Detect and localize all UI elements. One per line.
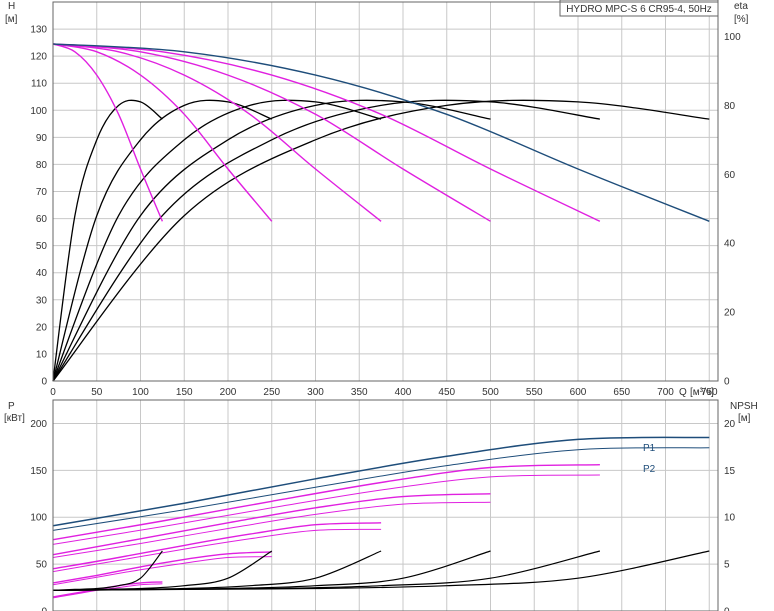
x-tick-label: 700 bbox=[657, 387, 674, 398]
pump-performance-chart: 0 50 100 150 200 250 300 350 400 450 500 550 600 650 7… bbox=[4, 0, 758, 611]
p1-curve bbox=[52, 436, 710, 527]
npsh-tick-label: 15 bbox=[724, 466, 736, 477]
x-tick-label: 350 bbox=[351, 387, 368, 398]
npsh-axis-label: NPSH bbox=[730, 401, 758, 412]
npsh-tick-label: 10 bbox=[724, 513, 736, 524]
power-tick-label: 50 bbox=[36, 560, 48, 571]
eta-curve bbox=[52, 99, 710, 382]
head-tick-label: 80 bbox=[36, 160, 48, 171]
npsh-tick-label: 0 bbox=[724, 607, 730, 611]
power-tick-label: 150 bbox=[30, 466, 47, 477]
eta-tick-label: 20 bbox=[724, 308, 736, 319]
eta-axis-unit: [%] bbox=[734, 14, 749, 25]
x-tick-label: 250 bbox=[263, 387, 280, 398]
x-tick-label: 400 bbox=[395, 387, 412, 398]
p2-curve bbox=[52, 556, 272, 586]
eta-curve bbox=[52, 99, 600, 382]
x-tick-label: 100 bbox=[132, 387, 149, 398]
p2-curve bbox=[52, 528, 382, 573]
head-tick-label: 50 bbox=[36, 241, 48, 252]
head-axis-label: H bbox=[8, 1, 15, 12]
npsh-tick-label: 5 bbox=[724, 560, 730, 571]
curve-layer bbox=[52, 43, 710, 599]
head-tick-label: 110 bbox=[31, 79, 47, 90]
eta-tick-label: 0 bbox=[724, 377, 730, 388]
x-tick-label: 500 bbox=[482, 387, 499, 398]
x-tick-label: 150 bbox=[176, 387, 193, 398]
npsh-axis-unit: [м] bbox=[738, 413, 751, 424]
x-tick-label: 300 bbox=[307, 387, 324, 398]
eta-curve bbox=[52, 99, 163, 382]
eta-tick-label: 80 bbox=[724, 101, 736, 112]
head-tick-label: 120 bbox=[30, 52, 47, 63]
eta-tick-label: 60 bbox=[724, 170, 736, 181]
x-tick-label: 600 bbox=[570, 387, 587, 398]
head-tick-label: 100 bbox=[30, 106, 47, 117]
eta-tick-label: 100 bbox=[724, 32, 741, 43]
power-tick-label: 200 bbox=[30, 419, 47, 430]
x-tick-label: 450 bbox=[438, 387, 455, 398]
eta-curve bbox=[52, 99, 382, 382]
head-axis-unit: [м] bbox=[5, 14, 18, 25]
series-label-p2: P2 bbox=[643, 464, 656, 475]
head-tick-label: 90 bbox=[36, 133, 48, 144]
head-tick-label: 70 bbox=[36, 187, 48, 198]
eta-tick-label: 40 bbox=[724, 239, 736, 250]
flow-axis-unit: [м³/ч] bbox=[690, 387, 714, 398]
eta-axis-label: eta bbox=[734, 1, 748, 12]
x-tick-label: 550 bbox=[526, 387, 543, 398]
head-tick-label: 30 bbox=[36, 295, 48, 306]
head-tick-label: 60 bbox=[36, 214, 48, 225]
flow-axis-label: Q bbox=[679, 387, 687, 398]
head-tick-label: 0 bbox=[41, 377, 47, 388]
head-tick-label: 20 bbox=[36, 322, 48, 333]
head-tick-label: 10 bbox=[36, 349, 48, 360]
eta-curve bbox=[52, 99, 273, 382]
chart-title: HYDRO MPC-S 6 CR95-4, 50Hz bbox=[566, 4, 712, 15]
head-tick-label: 40 bbox=[36, 268, 48, 279]
head-tick-label: 130 bbox=[30, 25, 47, 36]
p2-curve bbox=[52, 447, 710, 531]
power-tick-label: 100 bbox=[30, 513, 47, 524]
tick-layer: 0 50 100 150 200 250 300 350 400 450 500 550 600 650 7… bbox=[30, 25, 741, 611]
x-tick-label: 650 bbox=[613, 387, 630, 398]
series-label-p1: P1 bbox=[643, 443, 656, 454]
power-axis-unit: [кВт] bbox=[4, 413, 25, 424]
power-tick-label: 0 bbox=[41, 607, 47, 611]
power-axis-label: P bbox=[8, 401, 15, 412]
x-tick-label: 50 bbox=[91, 387, 103, 398]
npsh-tick-label: 20 bbox=[724, 419, 736, 430]
x-tick-label: 0 bbox=[50, 387, 56, 398]
x-tick-label: 200 bbox=[220, 387, 237, 398]
